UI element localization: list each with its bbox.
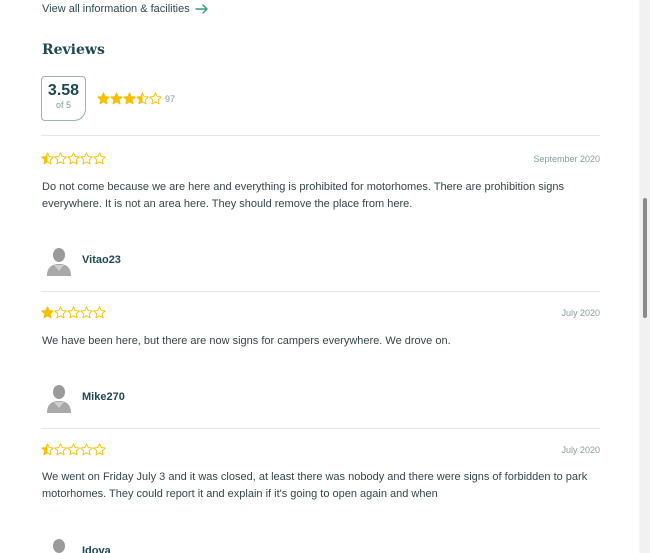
review-rating-stars [41, 152, 106, 165]
review-text: Do not come because we are here and ever… [42, 181, 564, 210]
star-icon [123, 92, 136, 105]
star-icon [67, 306, 80, 319]
star-icon [136, 92, 149, 105]
vertical-scrollbar[interactable] [640, 0, 650, 553]
review-username[interactable]: Mike270 [82, 391, 125, 403]
user-silhouette-icon [45, 383, 73, 413]
star-icon [41, 306, 54, 319]
divider [41, 135, 600, 136]
review-date: September 2020 [533, 154, 600, 164]
review-username[interactable]: Idova [82, 545, 111, 553]
star-icon [110, 92, 123, 105]
star-icon [54, 152, 67, 165]
score-box: 3.58 of 5 [41, 76, 86, 121]
divider [41, 291, 600, 292]
reviews-heading: Reviews [42, 42, 105, 58]
arrow-right-icon [195, 4, 209, 14]
star-icon [80, 152, 93, 165]
star-icon [80, 443, 93, 456]
star-icon [41, 443, 54, 456]
review-text: We went on Friday July 3 and it was clos… [42, 471, 588, 500]
star-icon [93, 152, 106, 165]
review-count: 97 [165, 94, 176, 104]
star-icon [93, 306, 106, 319]
review-rating-stars [41, 443, 106, 456]
score-of-label: of 5 [55, 100, 71, 110]
star-icon [54, 443, 67, 456]
summary-rating-stars [97, 92, 162, 105]
divider [41, 428, 600, 429]
scrollbar-thumb[interactable] [643, 198, 647, 318]
reviews-panel: View all information & facilities Review… [0, 0, 639, 553]
star-icon [54, 306, 67, 319]
star-icon [97, 92, 110, 105]
view-all-facilities-link[interactable]: View all information & facilities [42, 3, 209, 15]
review-date: July 2020 [561, 308, 600, 318]
star-icon [67, 152, 80, 165]
user-silhouette-icon [45, 246, 73, 276]
star-icon [149, 92, 162, 105]
star-icon [80, 306, 93, 319]
user-silhouette-icon [45, 537, 73, 553]
view-all-label: View all information & facilities [42, 3, 190, 15]
score-value: 3.58 [47, 82, 80, 99]
review-text: We have been here, but there are now sig… [42, 335, 451, 347]
star-icon [67, 443, 80, 456]
review-date: July 2020 [561, 445, 600, 455]
star-icon [41, 152, 54, 165]
review-rating-stars [41, 306, 106, 319]
star-icon [93, 443, 106, 456]
review-username[interactable]: Vitao23 [82, 254, 121, 266]
